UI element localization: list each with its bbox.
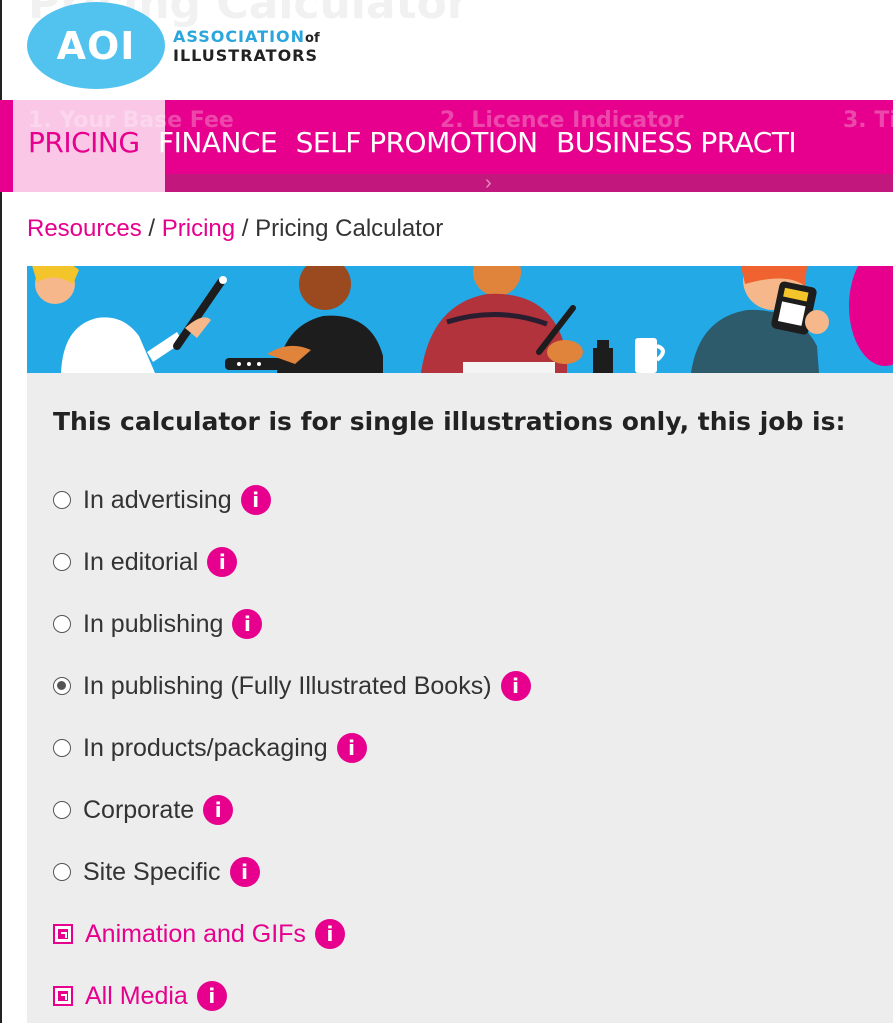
- option-publishing-illustrated-books[interactable]: In publishing (Fully Illustrated Books) …: [53, 655, 531, 717]
- info-icon[interactable]: i: [240, 485, 271, 515]
- breadcrumb-separator: /: [148, 215, 156, 242]
- main-nav: 1. Your Base Fee 2. Licence Indicator 3.…: [0, 100, 893, 192]
- info-icon[interactable]: i: [203, 795, 234, 825]
- option-corporate[interactable]: Corporate i: [53, 779, 531, 841]
- nav-item-business-practice[interactable]: BUSINESS PRACTI: [556, 126, 797, 159]
- calculator-panel: This calculator is for single illustrati…: [27, 373, 893, 1023]
- breadcrumb: Resources / Pricing / Pricing Calculator: [27, 215, 443, 243]
- info-icon[interactable]: i: [314, 919, 345, 949]
- option-publishing[interactable]: In publishing i: [53, 593, 531, 655]
- external-link-icon[interactable]: [53, 924, 73, 944]
- option-link[interactable]: Animation and GIFs: [85, 920, 306, 949]
- radio-editorial[interactable]: [53, 553, 71, 571]
- radio-publishing[interactable]: [53, 615, 71, 633]
- option-label[interactable]: In publishing (Fully Illustrated Books): [83, 672, 492, 701]
- nav-item-pricing[interactable]: PRICING: [28, 126, 140, 159]
- breadcrumb-resources[interactable]: Resources: [27, 215, 142, 242]
- radio-products-packaging[interactable]: [53, 739, 71, 757]
- aoi-logo[interactable]: AOI: [27, 2, 165, 89]
- info-icon[interactable]: i: [207, 547, 238, 577]
- option-label[interactable]: Corporate: [83, 796, 194, 825]
- option-label[interactable]: In products/packaging: [83, 734, 328, 763]
- breadcrumb-pricing[interactable]: Pricing: [162, 215, 235, 242]
- option-link[interactable]: All Media: [85, 982, 188, 1011]
- nav-item-finance[interactable]: FINANCE: [158, 126, 278, 159]
- info-icon[interactable]: i: [196, 981, 227, 1011]
- option-all-media[interactable]: All Media i: [53, 965, 531, 1027]
- step-arrow-icon: ›: [485, 172, 492, 192]
- option-editorial[interactable]: In editorial i: [53, 531, 531, 593]
- option-products-packaging[interactable]: In products/packaging i: [53, 717, 531, 779]
- radio-advertising[interactable]: [53, 491, 71, 509]
- logo-wordmark: ASSOCIATIONof ILLUSTRATORS: [173, 28, 320, 64]
- radio-site-specific[interactable]: [53, 863, 71, 881]
- option-label[interactable]: Site Specific: [83, 858, 221, 887]
- logo-line2: ILLUSTRATORS: [173, 46, 319, 65]
- logo-letters: AOI: [56, 23, 136, 68]
- breadcrumb-current: Pricing Calculator: [255, 215, 444, 242]
- option-label[interactable]: In editorial: [83, 548, 198, 577]
- radio-corporate[interactable]: [53, 801, 71, 819]
- banner-artwork: [32, 266, 893, 373]
- nav-item-self-promotion[interactable]: SELF PROMOTION: [296, 126, 539, 159]
- job-type-options: In advertising i In editorial i In publi…: [53, 469, 531, 1027]
- info-icon[interactable]: i: [336, 733, 367, 763]
- external-link-icon[interactable]: [53, 986, 73, 1006]
- option-site-specific[interactable]: Site Specific i: [53, 841, 531, 903]
- option-animation-gifs[interactable]: Animation and GIFs i: [53, 903, 531, 965]
- option-label[interactable]: In publishing: [83, 610, 223, 639]
- radio-publishing-illustrated-books[interactable]: [53, 677, 71, 695]
- info-icon[interactable]: i: [232, 609, 263, 639]
- step-3: 3. Ti: [843, 108, 893, 133]
- breadcrumb-separator: /: [241, 215, 249, 242]
- option-advertising[interactable]: In advertising i: [53, 469, 531, 531]
- logo-line1: ASSOCIATION: [173, 27, 306, 46]
- banner-illustration: [27, 266, 893, 373]
- job-type-heading: This calculator is for single illustrati…: [53, 407, 846, 436]
- option-label[interactable]: In advertising: [83, 486, 232, 515]
- logo-of: of: [305, 31, 320, 46]
- info-icon[interactable]: i: [229, 857, 260, 887]
- info-icon[interactable]: i: [500, 671, 531, 701]
